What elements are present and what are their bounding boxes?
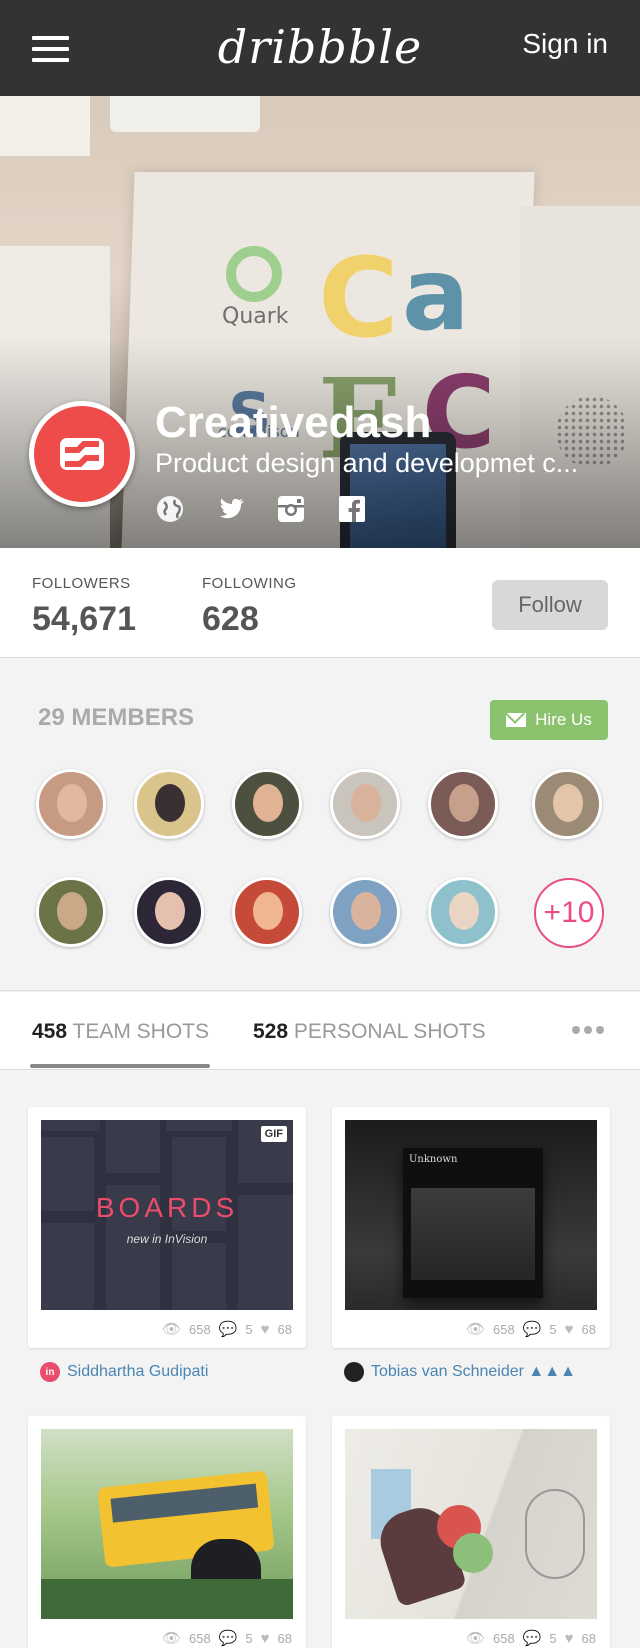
- globe-icon[interactable]: [155, 494, 185, 524]
- hire-us-label: Hire Us: [535, 710, 592, 729]
- shot-stats: 👁 658 💬 5 ♥ 68: [161, 1320, 292, 1339]
- views-count: 658: [189, 1630, 211, 1646]
- shot-author[interactable]: in Siddhartha Gudipati: [40, 1362, 208, 1382]
- likes-count: 68: [277, 1321, 292, 1337]
- comment-icon: 💬: [522, 1630, 542, 1647]
- shot-title-text: BOARDS: [95, 1192, 239, 1223]
- comment-icon: 💬: [218, 1630, 238, 1647]
- member-avatar[interactable]: [134, 877, 204, 947]
- active-tab-indicator: [30, 1064, 210, 1068]
- team-description: Product design and developmet c...: [155, 448, 579, 478]
- shot-title-text: Unknown: [409, 1154, 458, 1165]
- member-avatar[interactable]: [36, 877, 106, 947]
- member-avatar[interactable]: [330, 877, 400, 947]
- gif-badge: GIF: [260, 1126, 287, 1142]
- shot-card[interactable]: 👁 658 💬 5 ♥ 68: [332, 1416, 610, 1648]
- creativedash-logo-icon: [60, 438, 104, 470]
- shots-tabs: 458 TEAM SHOTS 528 PERSONAL SHOTS: [0, 992, 640, 1070]
- heart-icon[interactable]: ♥: [565, 1630, 574, 1647]
- heart-icon[interactable]: ♥: [261, 1321, 270, 1338]
- views-count: 658: [493, 1321, 515, 1337]
- author-name: Siddhartha Gudipati: [67, 1363, 209, 1380]
- eye-icon: 👁: [161, 1630, 181, 1647]
- shot-thumbnail[interactable]: [41, 1429, 293, 1619]
- invision-avatar-icon: in: [40, 1362, 60, 1382]
- likes-count: 68: [581, 1321, 596, 1337]
- sign-in-link[interactable]: Sign in: [522, 28, 608, 60]
- shot-card[interactable]: 👁 658 💬 5 ♥ 68: [28, 1416, 306, 1648]
- shot-card[interactable]: GIF BOARDS new in InVision 👁 658 💬 5 ♥ 68: [28, 1107, 306, 1348]
- views-count: 658: [493, 1630, 515, 1646]
- eye-icon: 👁: [465, 1630, 485, 1647]
- tab-personal-shots[interactable]: 528 PERSONAL SHOTS: [253, 1020, 486, 1044]
- member-avatar[interactable]: [532, 769, 602, 839]
- more-options-icon[interactable]: [572, 1026, 604, 1034]
- member-avatar[interactable]: [330, 769, 400, 839]
- shot-stats: 👁 658 💬 5 ♥ 68: [161, 1629, 292, 1648]
- follow-button[interactable]: Follow: [492, 580, 608, 630]
- comment-icon: 💬: [522, 1321, 542, 1338]
- shot-thumbnail[interactable]: GIF BOARDS new in InVision: [41, 1120, 293, 1310]
- members-count-title: 29 MEMBERS: [38, 704, 195, 731]
- likes-count: 68: [277, 1630, 292, 1646]
- quark-label: Quark: [222, 304, 289, 329]
- member-avatar[interactable]: [134, 769, 204, 839]
- author-avatar: [344, 1362, 364, 1382]
- shot-author[interactable]: Tobias van Schneider ▲▲▲: [344, 1362, 576, 1382]
- author-name: Tobias van Schneider ▲▲▲: [371, 1363, 576, 1380]
- team-name: Creativedash: [155, 398, 432, 447]
- envelope-icon: [506, 713, 527, 727]
- team-avatar[interactable]: [29, 401, 135, 507]
- eye-icon: 👁: [465, 1321, 485, 1338]
- tab-team-shots[interactable]: 458 TEAM SHOTS: [32, 1020, 209, 1044]
- members-section: 29 MEMBERS Hire Us +10: [0, 659, 640, 991]
- following-label: FOLLOWING: [202, 575, 297, 592]
- comments-count: 5: [245, 1321, 253, 1337]
- twitter-icon[interactable]: [215, 494, 245, 524]
- views-count: 658: [189, 1321, 211, 1337]
- following-count[interactable]: 628: [202, 600, 259, 639]
- shot-subtitle-text: new in InVision: [126, 1232, 208, 1246]
- shot-stats: 👁 658 💬 5 ♥ 68: [465, 1320, 596, 1339]
- quark-logo-graphic: [226, 246, 282, 302]
- comments-count: 5: [549, 1321, 557, 1337]
- eye-icon: 👁: [161, 1321, 181, 1338]
- comments-count: 5: [245, 1630, 253, 1646]
- heart-icon[interactable]: ♥: [261, 1630, 270, 1647]
- shot-thumbnail[interactable]: [345, 1429, 597, 1619]
- facebook-icon[interactable]: [337, 494, 367, 524]
- followers-label: FOLLOWERS: [32, 575, 131, 592]
- member-avatar[interactable]: [232, 769, 302, 839]
- shot-stats: 👁 658 💬 5 ♥ 68: [465, 1629, 596, 1648]
- followers-count[interactable]: 54,671: [32, 600, 136, 639]
- likes-count: 68: [581, 1630, 596, 1646]
- member-avatar[interactable]: [232, 877, 302, 947]
- comments-count: 5: [549, 1630, 557, 1646]
- hire-us-button[interactable]: Hire Us: [490, 700, 608, 740]
- shot-thumbnail[interactable]: Unknown: [345, 1120, 597, 1310]
- member-avatar[interactable]: [428, 877, 498, 947]
- instagram-icon[interactable]: [276, 494, 306, 524]
- top-navigation-bar: dribbble Sign in: [0, 0, 640, 96]
- profile-stats: FOLLOWERS 54,671 FOLLOWING 628 Follow: [0, 548, 640, 658]
- more-members-button[interactable]: +10: [534, 878, 604, 948]
- comment-icon: 💬: [218, 1321, 238, 1338]
- member-avatar[interactable]: [428, 769, 498, 839]
- shot-card[interactable]: Unknown 👁 658 💬 5 ♥ 68: [332, 1107, 610, 1348]
- heart-icon[interactable]: ♥: [565, 1321, 574, 1338]
- member-avatar[interactable]: [36, 769, 106, 839]
